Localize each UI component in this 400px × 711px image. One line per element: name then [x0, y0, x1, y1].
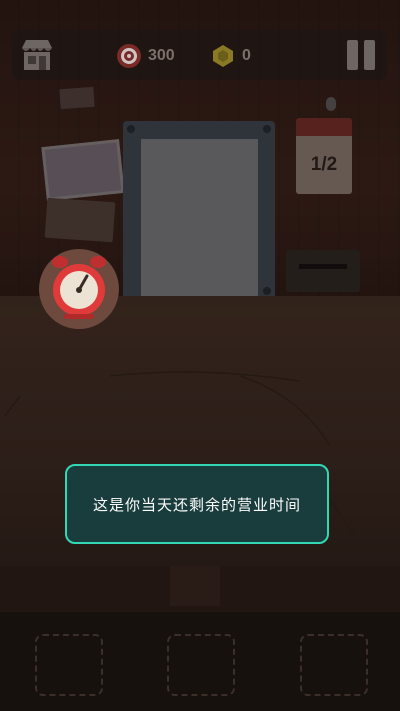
coin-icon: [213, 45, 233, 67]
tutorial-tooltip: 这是你当天还剩余的营业时间: [65, 464, 329, 544]
target-icon: [117, 44, 141, 68]
top-hud-bar: [12, 30, 387, 80]
pause-icon: [347, 40, 358, 70]
shop-icon[interactable]: [18, 38, 56, 72]
tutorial-tooltip-text: 这是你当天还剩余的营业时间: [92, 496, 301, 514]
target-counter: 300: [116, 43, 175, 69]
target-value: 300: [148, 47, 175, 64]
pause-button[interactable]: [345, 40, 377, 70]
coin-counter: 0: [210, 43, 251, 69]
pause-icon-bar: [364, 40, 375, 70]
alarm-clock-icon[interactable]: [38, 248, 120, 330]
coin-value: 0: [242, 47, 251, 64]
game-scene: 1/2 300 0 这是你当天还剩余的营业时间: [0, 0, 400, 711]
tutorial-dim-overlay: [0, 0, 400, 711]
